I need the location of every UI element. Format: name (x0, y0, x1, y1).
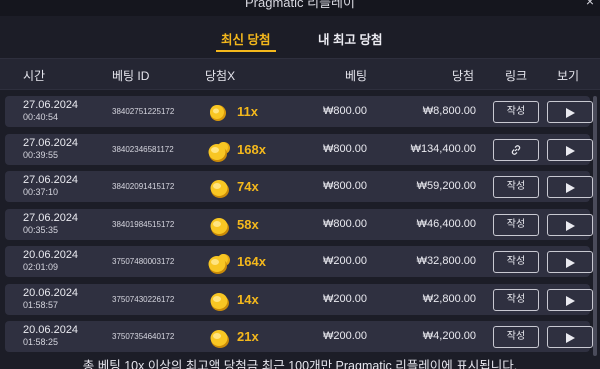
row-bet-id: 37507430226172 (112, 294, 175, 304)
table-row: 27.06.2024 00:40:54 38402751225172 11x ₩800.… (5, 96, 593, 127)
create-link-button[interactable]: 작성 (493, 101, 539, 123)
row-multiplier: 74x (237, 179, 259, 194)
row-time: 00:35:35 (23, 224, 59, 235)
table-row: 27.06.2024 00:37:10 38402091415172 74x ₩800.… (5, 171, 593, 202)
active-tab-indicator (216, 50, 276, 52)
play-icon (566, 333, 575, 343)
table-row: 20.06.2024 01:58:25 37507354640172 21x ₩200.… (5, 321, 593, 352)
row-bet-amount: ₩800.00 (323, 180, 368, 192)
play-replay-button[interactable] (547, 138, 593, 161)
play-icon (566, 145, 575, 156)
column-header-multiplier: 당첨X (205, 69, 236, 83)
coin-icon (207, 101, 235, 125)
coin-icon (207, 251, 235, 275)
row-bet-amount: ₩200.00 (323, 292, 368, 305)
column-header-link: 링크 (505, 69, 528, 83)
row-win-amount: ₩2,800.00 (422, 292, 476, 305)
play-icon (566, 220, 575, 231)
row-time: 01:58:25 (23, 337, 59, 347)
row-win-amount: ₩32,800.00 (416, 255, 476, 267)
play-replay-button[interactable] (547, 251, 593, 273)
row-time: 00:37:10 (23, 187, 59, 197)
row-date: 27.06.2024 (23, 174, 79, 186)
row-multiplier: 164x (237, 254, 266, 269)
play-icon (566, 295, 575, 306)
row-multiplier: 58x (237, 216, 259, 232)
row-time: 02:01:09 (23, 262, 59, 272)
row-bet-id: 37507354640172 (112, 332, 175, 341)
play-icon (566, 183, 575, 193)
row-win-amount: ₩134,400.00 (410, 142, 476, 155)
wins-table-body: 27.06.2024 00:40:54 38402751225172 11x ₩800.… (0, 96, 600, 369)
row-win-amount: ₩59,200.00 (416, 180, 476, 192)
row-multiplier: 21x (237, 329, 259, 344)
row-date: 20.06.2024 (23, 249, 79, 261)
play-replay-button[interactable] (547, 176, 593, 198)
row-bet-id: 38402091415172 (112, 182, 175, 191)
coin-icon (207, 326, 235, 350)
row-multiplier: 168x (237, 141, 266, 157)
row-bet-amount: ₩200.00 (323, 330, 368, 342)
play-replay-button[interactable] (547, 288, 593, 311)
row-bet-amount: ₩800.00 (323, 217, 368, 230)
tab-my-best-wins[interactable]: 내 최고 당첨 (318, 29, 382, 48)
row-bet-amount: ₩800.00 (323, 105, 368, 117)
row-bet-amount: ₩200.00 (323, 255, 368, 267)
column-header-bet-id: 베팅 ID (112, 69, 150, 83)
copy-link-button[interactable] (493, 138, 539, 161)
row-bet-id: 38402751225172 (112, 107, 175, 116)
row-date: 27.06.2024 (23, 99, 79, 111)
play-icon (566, 258, 575, 268)
window-title: Pragmatic 리플레이 (245, 0, 355, 10)
row-bet-id: 38401984515172 (112, 219, 175, 229)
row-multiplier: 14x (237, 291, 259, 307)
column-header-view: 보기 (557, 69, 580, 83)
coin-icon (207, 214, 235, 238)
coin-icon (207, 176, 235, 200)
table-row: 27.06.2024 00:35:35 38401984515172 58x ₩800.… (5, 208, 593, 240)
tab-latest-wins[interactable]: 최신 당첨 (221, 29, 270, 48)
row-date: 20.06.2024 (23, 324, 79, 336)
row-date: 27.06.2024 (23, 211, 79, 224)
close-icon[interactable]: × (586, 0, 594, 8)
play-icon (566, 108, 575, 118)
row-bet-id: 37507480003172 (112, 257, 175, 266)
footer-note: 총 베팅 10x 이상의 최고액 당첨금 최근 100개만 Pragmatic … (0, 356, 600, 369)
table-row: 27.06.2024 00:39:55 38402346581172 168x ₩800… (5, 133, 593, 165)
column-header-time: 시간 (23, 69, 46, 83)
create-link-button[interactable]: 작성 (493, 213, 539, 236)
play-replay-button[interactable] (547, 213, 593, 236)
play-replay-button[interactable] (547, 101, 593, 123)
row-date: 20.06.2024 (23, 286, 79, 299)
row-time: 00:40:54 (23, 112, 59, 122)
table-header: 시간 베팅 ID 당첨X 베팅 당첨 링크 보기 (0, 58, 600, 90)
create-link-button[interactable]: 작성 (493, 288, 539, 311)
column-header-bet: 베팅 (345, 69, 368, 83)
row-win-amount: ₩46,400.00 (416, 217, 476, 230)
row-win-amount: ₩4,200.00 (422, 330, 476, 342)
coin-icon (207, 289, 235, 313)
create-link-button[interactable]: 작성 (493, 176, 539, 198)
title-bar: Pragmatic 리플레이 × (0, 0, 600, 16)
create-link-button[interactable]: 작성 (493, 251, 539, 273)
row-date: 27.06.2024 (23, 136, 79, 149)
scrollbar[interactable] (593, 96, 597, 356)
row-bet-amount: ₩800.00 (323, 142, 368, 155)
row-multiplier: 11x (237, 104, 258, 119)
column-header-win: 당첨 (452, 69, 475, 83)
table-row: 20.06.2024 02:01:09 37507480003172 164x ₩200… (5, 246, 593, 277)
create-link-button[interactable]: 작성 (493, 326, 539, 348)
footer-note-text: 총 베팅 10x 이상의 최고액 당첨금 최근 100개만 Pragmatic … (82, 359, 518, 369)
row-bet-id: 38402346581172 (112, 144, 174, 154)
row-time: 01:58:57 (23, 299, 59, 310)
table-row: 20.06.2024 01:58:57 37507430226172 14x ₩200.… (5, 283, 593, 315)
play-replay-button[interactable] (547, 326, 593, 348)
coin-icon (207, 139, 235, 163)
tab-bar: 최신 당첨 내 최고 당첨 (0, 22, 600, 52)
row-time: 00:39:55 (23, 149, 59, 160)
row-win-amount: ₩8,800.00 (422, 105, 476, 117)
